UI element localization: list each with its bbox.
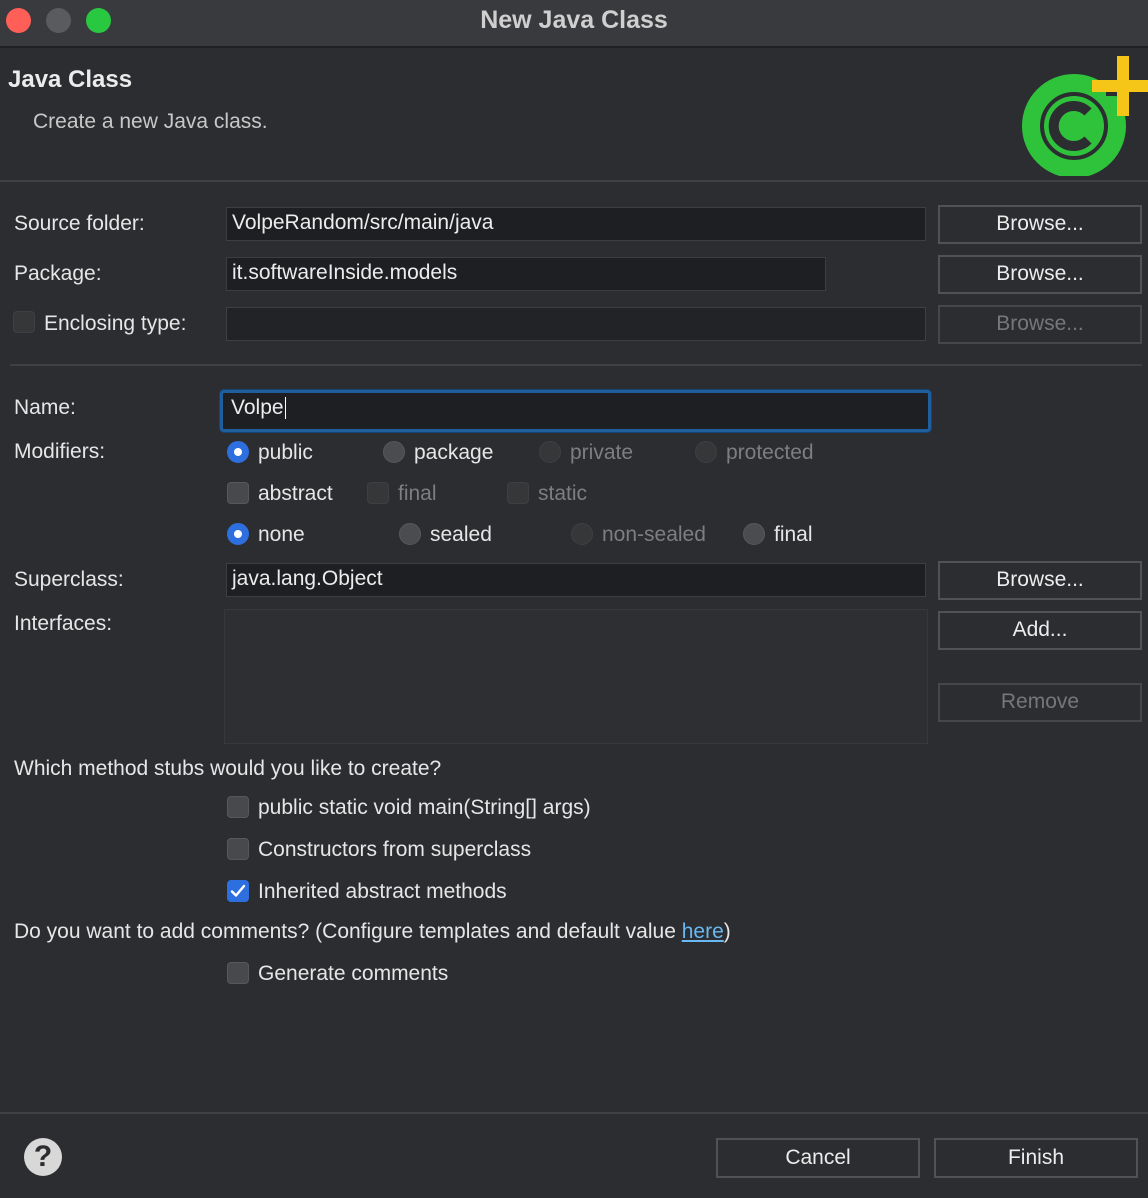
interfaces-remove-button[interactable]: Remove <box>938 683 1142 722</box>
source-folder-label: Source folder: <box>14 212 145 235</box>
interfaces-label: Interfaces: <box>14 612 113 635</box>
package-label: Package: <box>14 262 102 285</box>
page-subtitle: Create a new Java class. <box>33 110 268 133</box>
modifier-protected-radio[interactable] <box>695 441 717 463</box>
cancel-button[interactable]: Cancel <box>716 1138 920 1178</box>
section-divider <box>10 364 1142 366</box>
new-class-icon <box>1022 56 1148 176</box>
modifier-private-label: private <box>570 441 634 464</box>
modifier-none-label: none <box>258 523 305 546</box>
modifier-none-radio[interactable] <box>227 523 249 545</box>
modifier-non-sealed-radio[interactable] <box>571 523 593 545</box>
generate-comments-label: Generate comments <box>258 962 449 985</box>
name-input-value: Volpe <box>231 396 284 419</box>
modifier-public-radio[interactable] <box>227 441 249 463</box>
package-browse-button[interactable]: Browse... <box>938 255 1142 294</box>
page-title: Java Class <box>8 66 133 93</box>
superclass-browse-button[interactable]: Browse... <box>938 561 1142 600</box>
help-icon[interactable]: ? <box>24 1138 62 1176</box>
enclosing-type-label: Enclosing type: <box>44 312 187 335</box>
modifier-package-radio[interactable] <box>383 441 405 463</box>
enclosing-type-input[interactable] <box>226 307 926 341</box>
stub-inherited-checkbox[interactable] <box>227 880 249 902</box>
enclosing-type-browse-button[interactable]: Browse... <box>938 305 1142 344</box>
modifier-abstract-label: abstract <box>258 482 333 505</box>
modifier-static-label: static <box>538 482 588 505</box>
stub-inherited-label: Inherited abstract methods <box>258 880 507 903</box>
modifier-final-label: final <box>398 482 437 505</box>
superclass-label: Superclass: <box>14 568 124 591</box>
wizard-header: Java Class Create a new Java class. <box>0 48 1148 182</box>
title-bar: New Java Class <box>0 0 1148 48</box>
modifier-sealed-radio[interactable] <box>399 523 421 545</box>
modifier-protected-label: protected <box>726 441 814 464</box>
stub-main-checkbox[interactable] <box>227 796 249 818</box>
modifier-final-radio-label: final <box>774 523 813 546</box>
window-title: New Java Class <box>480 6 668 34</box>
modifier-private-radio[interactable] <box>539 441 561 463</box>
modifier-non-sealed-label: non-sealed <box>602 523 706 546</box>
modifiers-label: Modifiers: <box>14 440 106 463</box>
generate-comments-checkbox[interactable] <box>227 962 249 984</box>
enclosing-type-checkbox[interactable] <box>13 311 35 333</box>
source-folder-input[interactable]: VolpeRandom/src/main/java <box>226 207 926 241</box>
interfaces-list[interactable] <box>224 609 928 744</box>
templates-link[interactable]: here <box>682 920 724 943</box>
superclass-input[interactable]: java.lang.Object <box>226 563 926 597</box>
finish-button[interactable]: Finish <box>934 1138 1138 1178</box>
stub-main-label: public static void main(String[] args) <box>258 796 591 819</box>
modifier-abstract-checkbox[interactable] <box>227 482 249 504</box>
name-label: Name: <box>14 396 76 419</box>
name-input[interactable]: Volpe <box>220 390 931 432</box>
source-folder-browse-button[interactable]: Browse... <box>938 205 1142 244</box>
modifier-static-checkbox[interactable] <box>507 482 529 504</box>
modifier-final-radio[interactable] <box>743 523 765 545</box>
modifier-final-checkbox[interactable] <box>367 482 389 504</box>
interfaces-add-button[interactable]: Add... <box>938 611 1142 650</box>
method-stubs-question: Which method stubs would you like to cre… <box>14 757 442 780</box>
package-input[interactable]: it.softwareInside.models <box>226 257 826 291</box>
comments-question-end: ) <box>723 920 731 943</box>
stub-constructors-checkbox[interactable] <box>227 838 249 860</box>
comments-question: Do you want to add comments? (Configure … <box>14 920 731 944</box>
text-caret <box>284 397 286 420</box>
modifier-sealed-label: sealed <box>430 523 492 546</box>
comments-question-text: Do you want to add comments? (Configure … <box>14 920 682 943</box>
modifier-public-label: public <box>258 441 313 464</box>
stub-constructors-label: Constructors from superclass <box>258 838 532 861</box>
footer-divider <box>0 1112 1148 1114</box>
checkmark-icon <box>230 884 246 897</box>
modifier-package-label: package <box>414 441 494 464</box>
